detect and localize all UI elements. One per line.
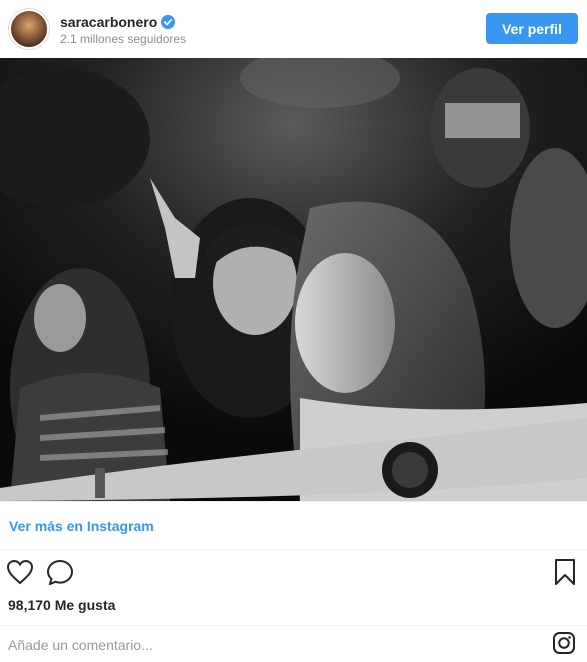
view-more-link[interactable]: Ver más en Instagram [9, 518, 154, 534]
post-photo-image [0, 58, 587, 501]
divider [0, 549, 587, 550]
post-photo[interactable] [0, 58, 587, 501]
avatar[interactable] [9, 9, 49, 49]
verified-badge-icon [161, 15, 176, 29]
bookmark-icon[interactable] [553, 558, 577, 586]
comment-bubble-icon[interactable] [46, 559, 74, 585]
view-profile-button[interactable]: Ver perfil [486, 13, 578, 44]
instagram-logo-icon[interactable] [552, 631, 576, 655]
post-header: saracarbonero 2.1 millones seguidores Ve… [0, 0, 587, 58]
username-row: saracarbonero [60, 13, 176, 31]
heart-icon[interactable] [6, 559, 34, 585]
followers-count: 2.1 millones seguidores [60, 32, 187, 46]
divider [0, 501, 587, 502]
username[interactable]: saracarbonero [60, 14, 157, 30]
divider [0, 625, 587, 626]
instagram-embed-card: saracarbonero 2.1 millones seguidores Ve… [0, 0, 587, 662]
comment-field[interactable]: Añade un comentario... [8, 637, 153, 653]
likes-count: 98,170 Me gusta [8, 597, 116, 613]
